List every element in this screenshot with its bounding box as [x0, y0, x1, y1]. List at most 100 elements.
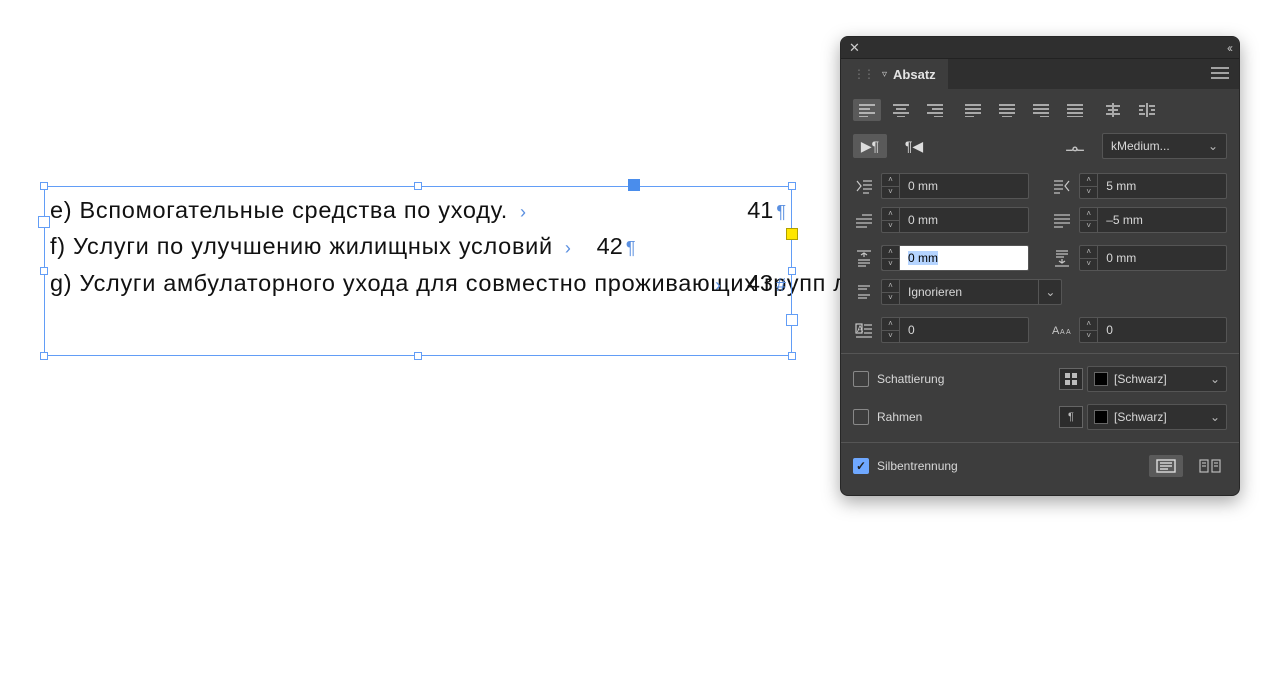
space-before-control: ˄˅ [853, 245, 1029, 271]
svg-text:A: A [1066, 329, 1071, 336]
in-port[interactable] [38, 216, 50, 228]
step-down-icon[interactable]: ˅ [882, 221, 899, 233]
span-columns-button[interactable] [1193, 455, 1227, 477]
single-column-button[interactable] [1149, 455, 1183, 477]
out-port[interactable] [786, 314, 798, 326]
toc-text[interactable]: e) Вспомогательные средства по уходу. [50, 192, 508, 228]
svg-text:A: A [1060, 329, 1065, 336]
step-up-icon[interactable]: ˄ [882, 174, 899, 187]
shading-options-button[interactable] [1059, 368, 1083, 390]
border-swatch-icon [1094, 410, 1108, 424]
paragraph-direction-rtl-button[interactable]: ¶◀ [897, 134, 931, 158]
step-up-icon[interactable]: ˄ [1080, 318, 1097, 331]
step-down-icon[interactable]: ˅ [882, 331, 899, 343]
shading-color-select[interactable]: [Schwarz] ⌄ [1087, 366, 1227, 392]
hyphenation-checkbox[interactable] [853, 458, 869, 474]
first-line-indent-field[interactable] [900, 208, 1028, 232]
justify-all-button[interactable] [1061, 99, 1089, 121]
shading-checkbox[interactable] [853, 371, 869, 387]
divider [841, 353, 1239, 354]
align-center-button[interactable] [887, 99, 915, 121]
toc-text[interactable]: f) Услуги по улучшению жилищных условий [50, 228, 553, 264]
justify-right-button[interactable] [1027, 99, 1055, 121]
right-indent-field[interactable] [1098, 174, 1226, 198]
panel-menu-icon[interactable] [1211, 67, 1239, 82]
step-down-icon[interactable]: ˅ [882, 259, 899, 271]
paragraph-direction-ltr-button[interactable]: ▶¶ [853, 134, 887, 158]
step-up-icon[interactable]: ˄ [882, 246, 899, 259]
step-up-icon[interactable]: ˄ [882, 318, 899, 331]
resize-handle[interactable] [414, 352, 422, 360]
border-options-button[interactable]: ¶ [1059, 406, 1083, 428]
align-away-spine-button[interactable] [1133, 99, 1161, 121]
overset-indicator[interactable] [786, 228, 798, 240]
kashida-select[interactable]: kMedium... ⌄ [1102, 133, 1227, 159]
justify-center-button[interactable] [993, 99, 1021, 121]
tab-marker: › [508, 199, 538, 227]
chevron-down-icon: ⌄ [1210, 410, 1220, 424]
right-indent-icon [1051, 175, 1073, 197]
toc-line[interactable]: f) Услуги по улучшению жилищных условий … [50, 228, 786, 264]
toc-line[interactable]: g) Услуги амбулаторного ухода для совмес… [50, 265, 786, 301]
justify-left-button[interactable] [959, 99, 987, 121]
drop-cap-chars-input[interactable]: ˄˅ [1079, 317, 1227, 343]
right-indent-input[interactable]: ˄˅ [1079, 173, 1227, 199]
last-line-indent-input[interactable]: ˄˅ [1079, 207, 1227, 233]
resize-handle[interactable] [40, 352, 48, 360]
space-between-input[interactable]: ˄˅ ⌄ [881, 279, 1062, 305]
tab-marker: › [553, 235, 583, 263]
space-before-field[interactable] [900, 246, 1028, 270]
drop-cap-chars-field[interactable] [1098, 318, 1226, 342]
space-after-field[interactable] [1098, 246, 1226, 270]
tab-paragraph[interactable]: ⋮⋮ ▿ Absatz [841, 59, 948, 89]
align-towards-spine-button[interactable] [1099, 99, 1127, 121]
align-right-button[interactable] [921, 99, 949, 121]
space-between-field[interactable] [900, 280, 1038, 304]
first-line-indent-control: ˄˅ [853, 207, 1029, 233]
last-line-indent-field[interactable] [1098, 208, 1226, 232]
text-frame[interactable]: e) Вспомогательные средства по уходу. › … [44, 186, 792, 356]
drop-cap-lines-input[interactable]: ˄˅ [881, 317, 1029, 343]
step-down-icon[interactable]: ˅ [882, 187, 899, 199]
panel-header[interactable]: ✕ ‹‹ [841, 37, 1239, 59]
close-icon[interactable]: ✕ [849, 40, 860, 56]
hyphenation-label: Silbentrennung [877, 459, 958, 473]
text-frame-content[interactable]: e) Вспомогательные средства по уходу. › … [50, 192, 786, 302]
drop-cap-lines-field[interactable] [900, 318, 1028, 342]
resize-handle[interactable] [788, 352, 796, 360]
border-checkbox[interactable] [853, 409, 869, 425]
first-line-indent-icon [853, 209, 875, 231]
step-down-icon[interactable]: ˅ [1080, 331, 1097, 343]
first-line-indent-input[interactable]: ˄˅ [881, 207, 1029, 233]
resize-handle[interactable] [788, 267, 796, 275]
space-before-input[interactable]: ˄˅ [881, 245, 1029, 271]
step-up-icon[interactable]: ˄ [882, 280, 899, 293]
step-up-icon[interactable]: ˄ [1080, 208, 1097, 221]
collapse-icon[interactable]: ‹‹ [1227, 41, 1231, 55]
resize-handle[interactable] [788, 182, 796, 190]
toc-page: 43 [733, 265, 773, 301]
expand-icon: ▿ [882, 69, 887, 80]
step-up-icon[interactable]: ˄ [1080, 174, 1097, 187]
step-up-icon[interactable]: ˄ [882, 208, 899, 221]
left-indent-field[interactable] [900, 174, 1028, 198]
toc-page: 42 [583, 228, 623, 264]
shading-swatch-icon [1094, 372, 1108, 386]
pilcrow-icon: ¶ [626, 235, 636, 263]
border-color-select[interactable]: [Schwarz] ⌄ [1087, 404, 1227, 430]
step-down-icon[interactable]: ˅ [1080, 221, 1097, 233]
resize-handle[interactable] [414, 182, 422, 190]
align-left-button[interactable] [853, 99, 881, 121]
resize-handle[interactable] [40, 182, 48, 190]
step-up-icon[interactable]: ˄ [1080, 246, 1097, 259]
step-down-icon[interactable]: ˅ [1080, 259, 1097, 271]
space-after-input[interactable]: ˄˅ [1079, 245, 1227, 271]
left-indent-input[interactable]: ˄˅ [881, 173, 1029, 199]
step-down-icon[interactable]: ˅ [1080, 187, 1097, 199]
anchor-handle[interactable] [628, 179, 640, 191]
chevron-down-icon[interactable]: ⌄ [1038, 280, 1061, 304]
toc-text[interactable]: g) Услуги амбулаторного ухода для совмес… [50, 265, 786, 301]
step-down-icon[interactable]: ˅ [882, 293, 899, 305]
resize-handle[interactable] [40, 267, 48, 275]
toc-line[interactable]: e) Вспомогательные средства по уходу. › … [50, 192, 786, 228]
